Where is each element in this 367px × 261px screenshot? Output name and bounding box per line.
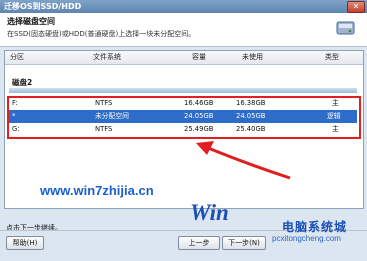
- col-partition[interactable]: 分区: [10, 51, 24, 64]
- disk-migrate-icon: [336, 21, 355, 35]
- col-type[interactable]: 类型: [325, 51, 339, 64]
- next-button[interactable]: 下一步(N): [222, 236, 266, 250]
- disk-label: 磁盘2: [12, 78, 33, 87]
- hint-text: 点击下一步继续。: [6, 224, 62, 232]
- watermark-url: www.win7zhijia.cn: [40, 183, 154, 198]
- watermark-site: pcxitongcheng.com: [272, 234, 341, 243]
- watermark-cn: 电脑系统城: [282, 220, 348, 234]
- page-description: 在SSD(固态硬盘)或HDD(普通硬盘)上选择一块未分配空间。: [7, 30, 196, 38]
- help-button[interactable]: 帮助(H): [6, 236, 44, 250]
- disk-bar: [9, 88, 357, 93]
- page-heading: 选择磁盘空间: [7, 17, 55, 26]
- title-bar: 迁移OS到SSD/HDD ✕: [0, 0, 367, 13]
- col-filesystem[interactable]: 文件系统: [93, 51, 121, 64]
- col-unused[interactable]: 未使用: [242, 51, 263, 64]
- window-title: 迁移OS到SSD/HDD: [4, 2, 82, 11]
- back-button[interactable]: 上一步: [178, 236, 220, 250]
- watermark-logo: Win: [190, 200, 229, 225]
- column-header: 分区 文件系统 容量 未使用 类型: [5, 51, 363, 65]
- wizard-header: 选择磁盘空间 在SSD(固态硬盘)或HDD(普通硬盘)上选择一块未分配空间。: [0, 13, 367, 47]
- close-button[interactable]: ✕: [347, 1, 365, 13]
- highlight-box: [7, 96, 361, 139]
- col-capacity[interactable]: 容量: [192, 51, 206, 64]
